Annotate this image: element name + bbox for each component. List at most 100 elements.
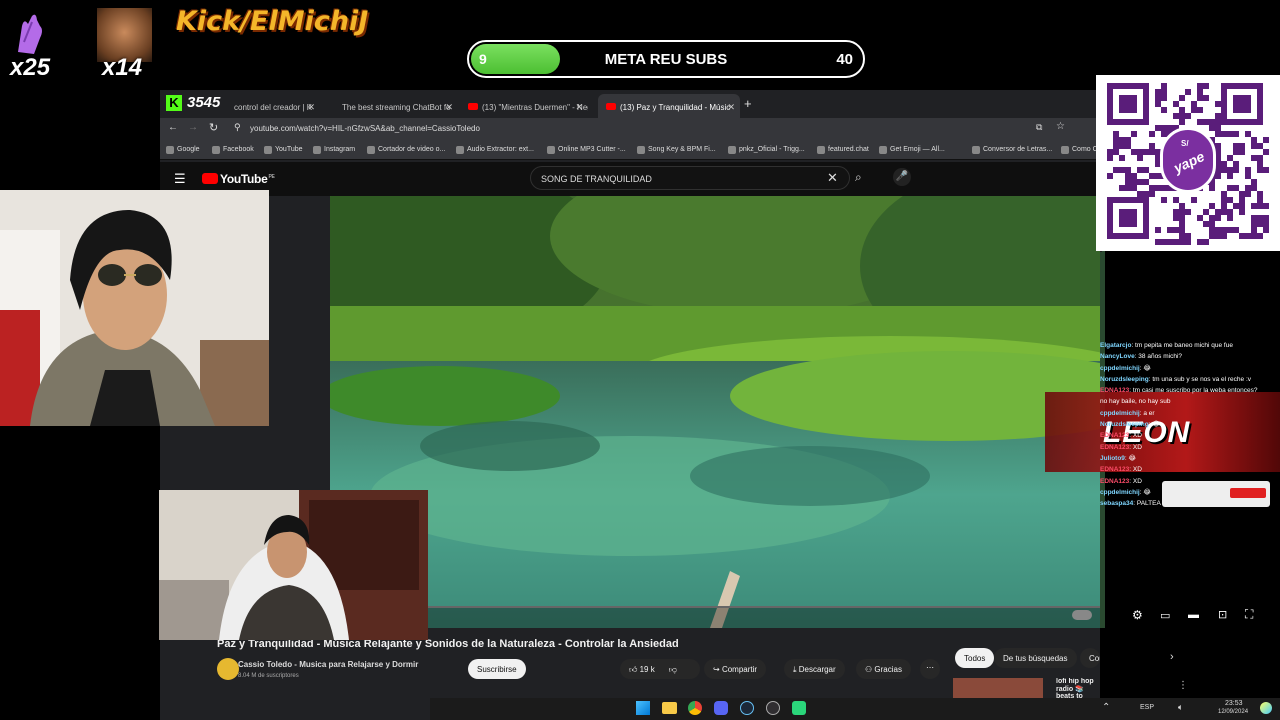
chat-username[interactable]: sebaspa34 bbox=[1100, 500, 1133, 507]
chip-from-searches[interactable]: De tus búsquedas bbox=[994, 648, 1077, 668]
chat-text: : 38 años michi? bbox=[1134, 353, 1183, 361]
chat-username[interactable]: EDNA123 bbox=[1100, 466, 1129, 473]
subscribe-button[interactable]: Suscribirse bbox=[468, 659, 526, 679]
menu-icon[interactable]: ☰ bbox=[174, 171, 186, 187]
tab-paz-tranquilidad[interactable]: (13) Paz y Tranquilidad - Músic ✕ bbox=[598, 94, 740, 120]
search-icon[interactable]: ⌕ bbox=[855, 170, 862, 185]
url-field[interactable]: youtube.com/watch?v=HIL-nGfzwSA&ab_chann… bbox=[250, 124, 480, 133]
chrome-icon[interactable] bbox=[688, 701, 702, 715]
discord-icon[interactable] bbox=[714, 701, 728, 715]
tray-chevron-icon[interactable]: ⌃ bbox=[1102, 702, 1110, 713]
qr-module bbox=[1131, 149, 1137, 155]
video-progress-bar[interactable] bbox=[330, 606, 1100, 608]
qr-module bbox=[1149, 143, 1155, 149]
bookmark-como[interactable]: Como C bbox=[1061, 146, 1098, 154]
download-label: Descargar bbox=[798, 665, 836, 674]
obs-icon[interactable] bbox=[766, 701, 780, 715]
qr-module bbox=[1179, 113, 1185, 119]
chip-all[interactable]: Todos bbox=[955, 648, 995, 668]
recommended-more-icon[interactable]: ⋮ bbox=[1178, 680, 1188, 691]
bookmark-pnkz[interactable]: pnkz_Oficial - Trigg... bbox=[728, 146, 805, 154]
chat-username[interactable]: Julioto9 bbox=[1100, 455, 1125, 462]
site-info-icon[interactable]: ⚲ bbox=[234, 122, 241, 133]
chat-username[interactable]: Noruzdsleeping bbox=[1100, 421, 1149, 428]
clear-search-icon[interactable]: ✕ bbox=[827, 170, 838, 186]
bookmark-youtube[interactable]: YouTube bbox=[264, 146, 303, 154]
channel-avatar[interactable] bbox=[217, 658, 239, 680]
chat-username[interactable]: Elgatarcjo bbox=[1100, 342, 1131, 349]
miniplayer-icon[interactable]: ▭ bbox=[1160, 609, 1170, 622]
close-icon[interactable]: ✕ bbox=[727, 102, 735, 113]
bookmark-mp3-cutter[interactable]: Online MP3 Cutter -... bbox=[547, 146, 626, 154]
chat-username[interactable]: cppdelmichij bbox=[1100, 489, 1140, 496]
qr-module bbox=[1113, 149, 1119, 155]
channel-name[interactable]: Cassio Toledo - Musica para Relajarse y … bbox=[238, 660, 418, 669]
chat-username[interactable]: cppdelmichij bbox=[1100, 410, 1140, 417]
notifications-icon[interactable] bbox=[1260, 702, 1272, 714]
language-indicator[interactable]: ESP bbox=[1140, 704, 1154, 711]
bookmark-google[interactable]: Google bbox=[166, 146, 200, 154]
theater-mode-icon[interactable]: ▬ bbox=[1188, 609, 1199, 621]
qr-module bbox=[1257, 233, 1263, 239]
qr-module bbox=[1161, 107, 1167, 113]
tab-mientras-duermen[interactable]: (13) "Mientras Duermen" - Neg ✕ bbox=[460, 94, 588, 120]
install-icon[interactable]: ⧉ bbox=[1036, 122, 1042, 133]
reload-icon[interactable]: ↻ bbox=[209, 121, 218, 134]
windows-start-icon[interactable] bbox=[636, 701, 650, 715]
like-button[interactable]: 👍︎ 19 k 👎︎ bbox=[620, 659, 700, 679]
chat-username[interactable]: EDNA123 bbox=[1100, 432, 1129, 439]
clock-time[interactable]: 23:53 bbox=[1225, 700, 1243, 707]
bookmark-star-icon[interactable]: ☆ bbox=[1056, 121, 1065, 132]
bookmark-get-emoji[interactable]: Get Emoji — All... bbox=[879, 146, 945, 154]
forward-icon[interactable]: → bbox=[188, 122, 198, 133]
thanks-button[interactable]: ⚇ Gracias bbox=[856, 659, 911, 679]
steam-icon[interactable] bbox=[740, 701, 754, 715]
bookmark-song-key[interactable]: Song Key & BPM Fi... bbox=[637, 146, 716, 154]
close-icon[interactable]: ✕ bbox=[575, 102, 583, 113]
chat-username[interactable]: Noruzdsleeping bbox=[1100, 376, 1149, 383]
bookmark-featured-chat[interactable]: featured.chat bbox=[817, 146, 869, 154]
chat-username[interactable]: NancyLove bbox=[1100, 353, 1135, 360]
download-button[interactable]: ⤓ Descargar bbox=[784, 659, 845, 679]
bookmark-facebook[interactable]: Facebook bbox=[212, 146, 254, 154]
settings-gear-icon[interactable]: ⚙ bbox=[1132, 608, 1143, 622]
qr-module bbox=[1233, 143, 1239, 149]
chat-username[interactable]: cppdelmichij bbox=[1100, 365, 1140, 372]
app-green-icon[interactable] bbox=[792, 701, 806, 715]
more-actions-button[interactable]: ⋯ bbox=[920, 659, 940, 679]
tab-creator-control[interactable]: control del creador | K ✕ bbox=[230, 94, 320, 120]
chat-username[interactable]: EDNA123 bbox=[1100, 387, 1129, 394]
bookmark-audio-extractor[interactable]: Audio Extractor: ext... bbox=[456, 146, 534, 154]
volume-icon[interactable]: 🔈︎ bbox=[1178, 702, 1183, 713]
chat-text: : 😂 bbox=[1139, 488, 1151, 496]
chat-username[interactable]: EDNA123 bbox=[1100, 444, 1129, 451]
youtube-logo[interactable]: YouTubePE bbox=[202, 172, 275, 186]
cast-icon[interactable]: ⊡ bbox=[1218, 608, 1227, 621]
qr-module bbox=[1197, 89, 1203, 95]
chat-username[interactable]: EDNA123 bbox=[1100, 478, 1129, 485]
close-icon[interactable]: ✕ bbox=[445, 102, 453, 113]
qr-module bbox=[1263, 215, 1269, 221]
tab-chatbot[interactable]: The best streaming ChatBot fo ✕ bbox=[320, 94, 458, 120]
clock-date[interactable]: 12/09/2024 bbox=[1218, 709, 1248, 715]
chip-related[interactable]: Contenido de la se bbox=[1080, 648, 1100, 668]
bookmark-conversor[interactable]: Conversor de Letras... bbox=[972, 146, 1052, 154]
chips-next-icon[interactable]: › bbox=[1170, 651, 1174, 663]
close-icon[interactable]: ✕ bbox=[307, 102, 315, 113]
autoplay-toggle[interactable] bbox=[1072, 610, 1092, 620]
qr-module bbox=[1221, 233, 1227, 239]
qr-module bbox=[1215, 101, 1221, 107]
bookmark-instagram[interactable]: Instagram bbox=[313, 146, 355, 154]
microphone-icon[interactable]: 🎤 bbox=[893, 168, 911, 186]
back-icon[interactable]: ← bbox=[168, 122, 178, 133]
recommended-title[interactable]: lofi hip hop radio 📚 beats to relax/stud… bbox=[1056, 678, 1100, 698]
qr-module bbox=[1203, 83, 1209, 89]
fullscreen-icon[interactable]: ⛶ bbox=[1245, 607, 1253, 622]
bookmark-cortador[interactable]: Cortador de video o... bbox=[367, 146, 445, 154]
search-input[interactable]: SONG DE TRANQUILIDAD bbox=[530, 166, 850, 190]
file-explorer-icon[interactable] bbox=[662, 702, 677, 714]
share-button[interactable]: ↪ Compartir bbox=[704, 659, 767, 679]
qr-module bbox=[1257, 143, 1263, 149]
video-player[interactable]: ▤ bbox=[330, 196, 1100, 628]
new-tab-button[interactable]: + bbox=[744, 96, 752, 111]
